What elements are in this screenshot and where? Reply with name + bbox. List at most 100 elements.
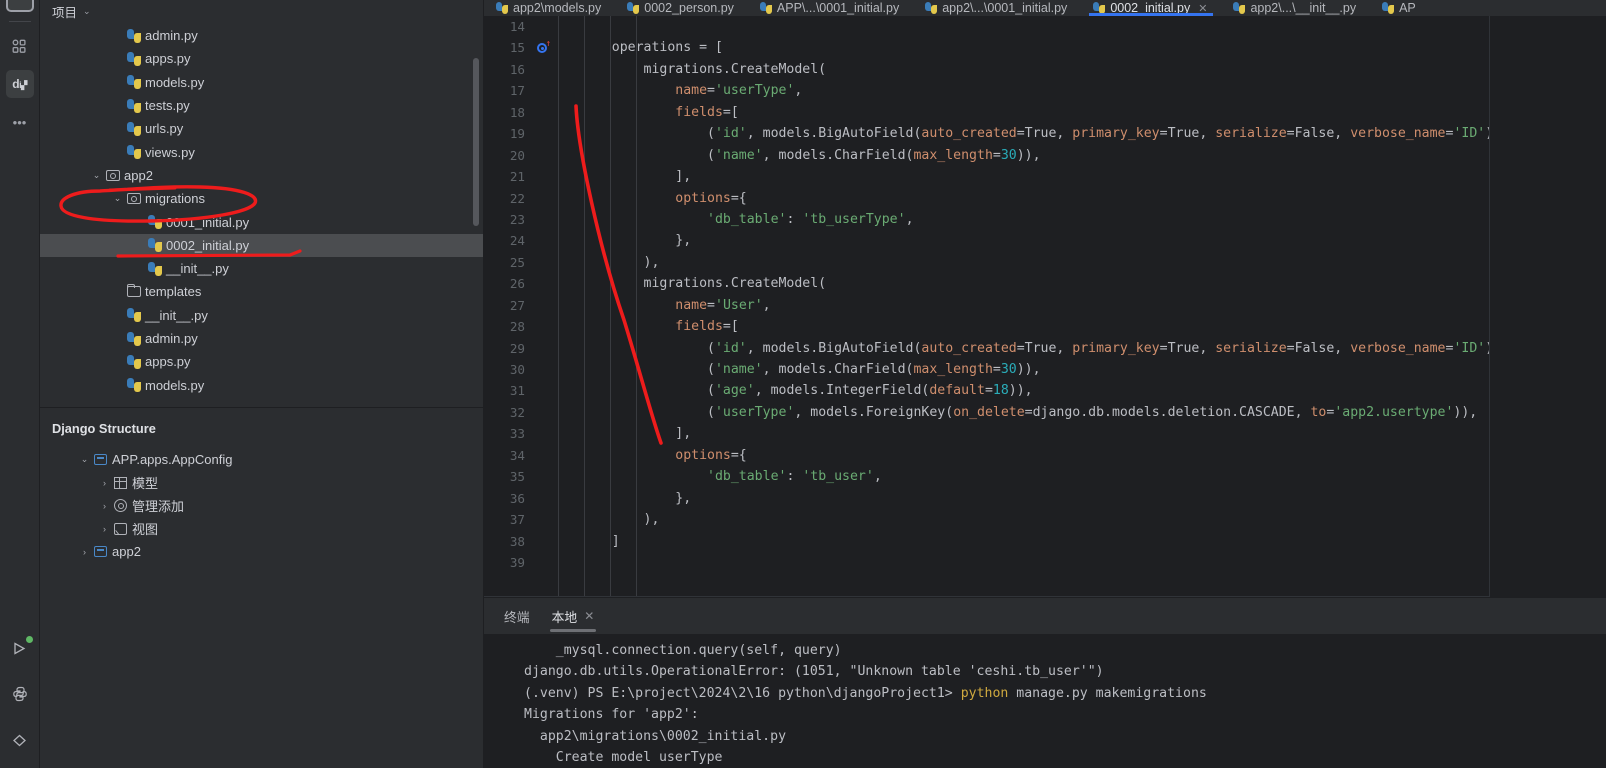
line-number[interactable]: 31 — [484, 380, 532, 401]
tree-item[interactable]: __init__.py — [40, 304, 483, 327]
line-number[interactable]: 38 — [484, 531, 532, 552]
editor-tab[interactable]: app2\...\__init__.py — [1221, 0, 1370, 16]
tree-item[interactable]: __init__.py — [40, 257, 483, 280]
line-number[interactable]: 32 — [484, 402, 532, 423]
line-number[interactable]: 24 — [484, 230, 532, 251]
line-number[interactable]: 29 — [484, 338, 532, 359]
tree-item[interactable]: ⌄ migrations — [40, 187, 483, 210]
line-number[interactable]: 22 — [484, 188, 532, 209]
terminal-token: _mysql.connection.query(self, query) — [524, 643, 842, 658]
code-token: 'age' — [714, 383, 755, 399]
django-structure-tree[interactable]: ⌄ APP.apps.AppConfig › 模型 › 管理添加 › 视图 › app2 — [40, 448, 483, 563]
close-tab-icon[interactable]: ✕ — [1198, 2, 1207, 15]
structure-item[interactable]: › 管理添加 — [40, 494, 483, 517]
tree-item[interactable]: tests.py — [40, 94, 483, 117]
line-number[interactable]: 26 — [484, 273, 532, 294]
code-token: =True, — [1159, 340, 1216, 356]
tree-item-label: admin.py — [145, 331, 198, 346]
editor-tab[interactable]: app2\models.py — [484, 0, 615, 16]
editor-tab[interactable]: 0002_initial.py ✕ — [1081, 0, 1221, 16]
line-number[interactable]: 37 — [484, 509, 532, 530]
tree-item[interactable]: apps.py — [40, 47, 483, 70]
line-number[interactable]: 35 — [484, 466, 532, 487]
structure-twisty-icon[interactable]: › — [98, 478, 111, 488]
line-number[interactable]: 23 — [484, 209, 532, 230]
terminal-tab[interactable]: 终端 — [494, 598, 540, 634]
code-line: 17 name='userType', — [484, 80, 1489, 101]
structure-item[interactable]: › app2 — [40, 540, 483, 563]
line-number[interactable]: 18 — [484, 102, 532, 123]
project-tree[interactable]: admin.py apps.py models.py tests.py urls.py v… — [40, 22, 483, 407]
terminal-output[interactable]: _mysql.connection.query(self, query) djan… — [484, 634, 1606, 768]
line-number[interactable]: 14 — [484, 16, 532, 37]
python-file-icon — [925, 2, 938, 14]
tree-twisty-icon[interactable]: ⌄ — [90, 170, 103, 181]
code-text: options={ — [554, 188, 746, 209]
tree-item[interactable]: views.py — [40, 140, 483, 163]
tree-item[interactable]: models.py — [40, 71, 483, 94]
line-number[interactable]: 15 — [484, 37, 532, 58]
tree-item[interactable]: templates — [40, 280, 483, 303]
editor-tab[interactable]: AP — [1370, 0, 1430, 16]
migration-marker-icon[interactable]: ↑ — [532, 40, 554, 54]
more-tool-windows-icon[interactable]: ••• — [6, 108, 34, 136]
tree-item[interactable]: models.py — [40, 373, 483, 396]
structure-twisty-icon[interactable]: › — [78, 547, 91, 557]
tree-item[interactable]: admin.py — [40, 24, 483, 47]
line-number[interactable]: 27 — [484, 295, 532, 316]
tree-item[interactable]: apps.py — [40, 350, 483, 373]
line-number[interactable]: 20 — [484, 145, 532, 166]
models-icon — [114, 476, 127, 489]
line-number[interactable]: 33 — [484, 423, 532, 444]
python-console-icon[interactable] — [6, 680, 34, 708]
line-number[interactable]: 39 — [484, 552, 532, 573]
tree-item[interactable]: ⌄ app2 — [40, 164, 483, 187]
structure-twisty-icon[interactable]: › — [98, 524, 111, 534]
line-number[interactable]: 30 — [484, 359, 532, 380]
terminal-tab-bar[interactable]: 终端 本地 ✕ — [484, 598, 1606, 634]
problems-icon[interactable] — [6, 726, 34, 754]
line-number[interactable]: 21 — [484, 166, 532, 187]
tree-item[interactable]: admin.py — [40, 327, 483, 350]
code-token: ] — [580, 533, 620, 549]
run-icon[interactable] — [6, 634, 34, 662]
tree-item[interactable]: 0001_initial.py — [40, 210, 483, 233]
line-number[interactable]: 34 — [484, 445, 532, 466]
code-token: , models.BigAutoField( — [746, 126, 922, 142]
line-number[interactable]: 16 — [484, 59, 532, 80]
editor-tab[interactable]: app2\...\0001_initial.py — [913, 0, 1081, 16]
code-token: , models.ForeignKey( — [794, 404, 954, 420]
project-tool-window-icon[interactable] — [5, 0, 34, 12]
structure-tool-window-icon[interactable] — [6, 32, 34, 60]
structure-twisty-icon[interactable]: ⌄ — [78, 454, 91, 465]
code-editor[interactable]: 14 15 ↑ operations = [16 migrations.Create… — [484, 16, 1490, 597]
tree-item[interactable]: urls.py — [40, 117, 483, 140]
structure-item[interactable]: › 视图 — [40, 517, 483, 540]
editor-tab[interactable]: APP\...\0001_initial.py — [748, 0, 913, 16]
code-token: : — [786, 211, 803, 227]
line-number[interactable]: 17 — [484, 80, 532, 101]
chevron-down-icon[interactable]: ⌄ — [83, 6, 91, 17]
tree-item[interactable]: 0002_initial.py — [40, 233, 483, 257]
project-panel-header[interactable]: 项目 ⌄ — [40, 0, 483, 22]
close-terminal-icon[interactable]: ✕ — [584, 609, 594, 623]
terminal-tab-label: 本地 — [551, 609, 578, 625]
editor-column: app2\models.py 0002_person.py APP\...\0001… — [484, 0, 1606, 768]
project-tree-scrollbar[interactable] — [473, 58, 479, 226]
structure-item[interactable]: ⌄ APP.apps.AppConfig — [40, 448, 483, 471]
database-tool-window-icon[interactable]: di▞ — [5, 70, 34, 98]
terminal-tab[interactable]: 本地 ✕ — [542, 598, 605, 634]
code-token: 'name' — [714, 362, 763, 377]
line-number[interactable]: 25 — [484, 252, 532, 273]
module-folder-icon — [126, 193, 141, 205]
tree-twisty-icon[interactable]: ⌄ — [111, 193, 124, 204]
editor-tab-bar[interactable]: app2\models.py 0002_person.py APP\...\0001… — [484, 0, 1606, 16]
editor-tab[interactable]: 0002_person.py — [615, 0, 748, 16]
code-token: ), — [580, 254, 660, 270]
line-number[interactable]: 28 — [484, 316, 532, 337]
line-number[interactable]: 19 — [484, 123, 532, 144]
line-number[interactable]: 36 — [484, 488, 532, 509]
structure-item[interactable]: › 模型 — [40, 471, 483, 494]
structure-twisty-icon[interactable]: › — [98, 501, 111, 511]
